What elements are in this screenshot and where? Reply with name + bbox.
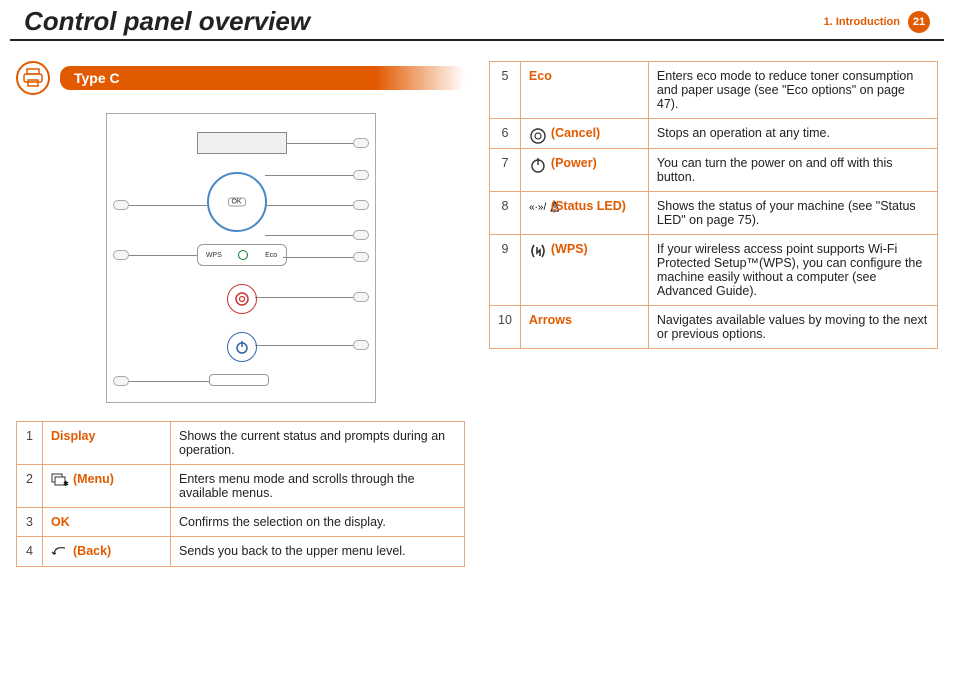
row-label: OK	[43, 508, 171, 537]
chapter-label: 1. Introduction	[824, 16, 900, 28]
row-label: Arrows	[520, 305, 648, 348]
row-label-text: (Status LED)	[551, 199, 626, 213]
row-number: 9	[490, 234, 521, 305]
row-description: Enters menu mode and scrolls through the…	[171, 465, 465, 508]
page-header: Control panel overview 1. Introduction 2…	[10, 0, 944, 41]
diagram-display	[197, 132, 287, 154]
row-label-text: Eco	[529, 69, 552, 83]
svg-text:✱: ✱	[63, 480, 69, 487]
diagram-wps-label: WPS	[206, 252, 222, 259]
diagram-power-button	[227, 332, 257, 362]
control-panel-diagram: OK WPS Eco	[106, 113, 376, 403]
power-icon	[529, 156, 547, 170]
table-row: 2 ✱ (Menu) Enters menu mode and scrolls thr…	[17, 465, 465, 508]
reference-table-left: 1 Display Shows the current status and pro…	[16, 421, 465, 567]
status-icon: «·»/	[529, 199, 547, 213]
row-description: Shows the status of your machine (see "S…	[648, 191, 937, 234]
row-number: 1	[17, 422, 43, 465]
table-row: 5 Eco Enters eco mode to reduce toner cons…	[490, 62, 938, 119]
row-number: 7	[490, 148, 521, 191]
row-description: Sends you back to the upper menu level.	[171, 537, 465, 567]
back-icon	[51, 545, 69, 559]
page-number-badge: 21	[908, 11, 930, 33]
diagram-ok-label: OK	[227, 198, 245, 207]
row-label-text: (Back)	[73, 544, 111, 558]
row-label: (Back)	[43, 537, 171, 567]
row-label-text: Display	[51, 429, 95, 443]
reference-table-right: 5 Eco Enters eco mode to reduce toner cons…	[489, 61, 938, 349]
section-header: Type C	[16, 61, 465, 95]
diagram-cancel-button	[227, 284, 257, 314]
table-row: 6 (Cancel) Stops an operation at any time.	[490, 119, 938, 149]
row-label: Display	[43, 422, 171, 465]
row-description: Navigates available values by moving to …	[648, 305, 937, 348]
table-row: 7 (Power) You can turn the power on and of…	[490, 148, 938, 191]
table-row: 1 Display Shows the current status and pro…	[17, 422, 465, 465]
row-number: 3	[17, 508, 43, 537]
row-number: 2	[17, 465, 43, 508]
row-number: 8	[490, 191, 521, 234]
left-column: Type C	[16, 61, 465, 567]
row-label-text: (Cancel)	[551, 126, 600, 140]
row-label-text: OK	[51, 515, 70, 529]
row-description: You can turn the power on and off with t…	[648, 148, 937, 191]
printer-icon	[16, 61, 50, 95]
row-label-text: (WPS)	[551, 242, 588, 256]
row-number: 4	[17, 537, 43, 567]
row-description: Confirms the selection on the display.	[171, 508, 465, 537]
table-row: 3 OK Confirms the selection on the display…	[17, 508, 465, 537]
wps-icon	[529, 242, 547, 256]
content-columns: Type C	[0, 41, 954, 567]
diagram-nav-ring: OK	[207, 172, 267, 232]
diagram-wps-eco-row: WPS Eco	[197, 244, 287, 266]
row-label: «·»/ (Status LED)	[520, 191, 648, 234]
svg-text:«·»/: «·»/	[529, 202, 546, 213]
row-description: Stops an operation at any time.	[648, 119, 937, 149]
row-label-text: (Power)	[551, 156, 597, 170]
row-number: 6	[490, 119, 521, 149]
page-title: Control panel overview	[24, 6, 310, 37]
section-title: Type C	[60, 66, 465, 90]
cancel-icon	[529, 127, 547, 141]
row-label-text: Arrows	[529, 313, 572, 327]
table-row: 10 Arrows Navigates available values by mo…	[490, 305, 938, 348]
diagram-eco-label: Eco	[265, 252, 277, 259]
menu-icon: ✱	[51, 473, 69, 487]
header-right: 1. Introduction 21	[824, 11, 930, 33]
row-number: 10	[490, 305, 521, 348]
table-row: 4 (Back) Sends you back to the upper menu …	[17, 537, 465, 567]
row-label: Eco	[520, 62, 648, 119]
row-label: (Power)	[520, 148, 648, 191]
diagram-status-strip	[209, 374, 269, 386]
row-label-text: (Menu)	[73, 472, 114, 486]
table-row: 8 «·»/ (Status LED) Shows the status of you…	[490, 191, 938, 234]
row-description: Shows the current status and prompts dur…	[171, 422, 465, 465]
row-label: (WPS)	[520, 234, 648, 305]
table-row: 9 (WPS) If your wireless access point supp…	[490, 234, 938, 305]
row-number: 5	[490, 62, 521, 119]
row-label: ✱ (Menu)	[43, 465, 171, 508]
row-description: If your wireless access point supports W…	[648, 234, 937, 305]
row-label: (Cancel)	[520, 119, 648, 149]
row-description: Enters eco mode to reduce toner consumpt…	[648, 62, 937, 119]
right-column: 5 Eco Enters eco mode to reduce toner cons…	[489, 61, 938, 567]
